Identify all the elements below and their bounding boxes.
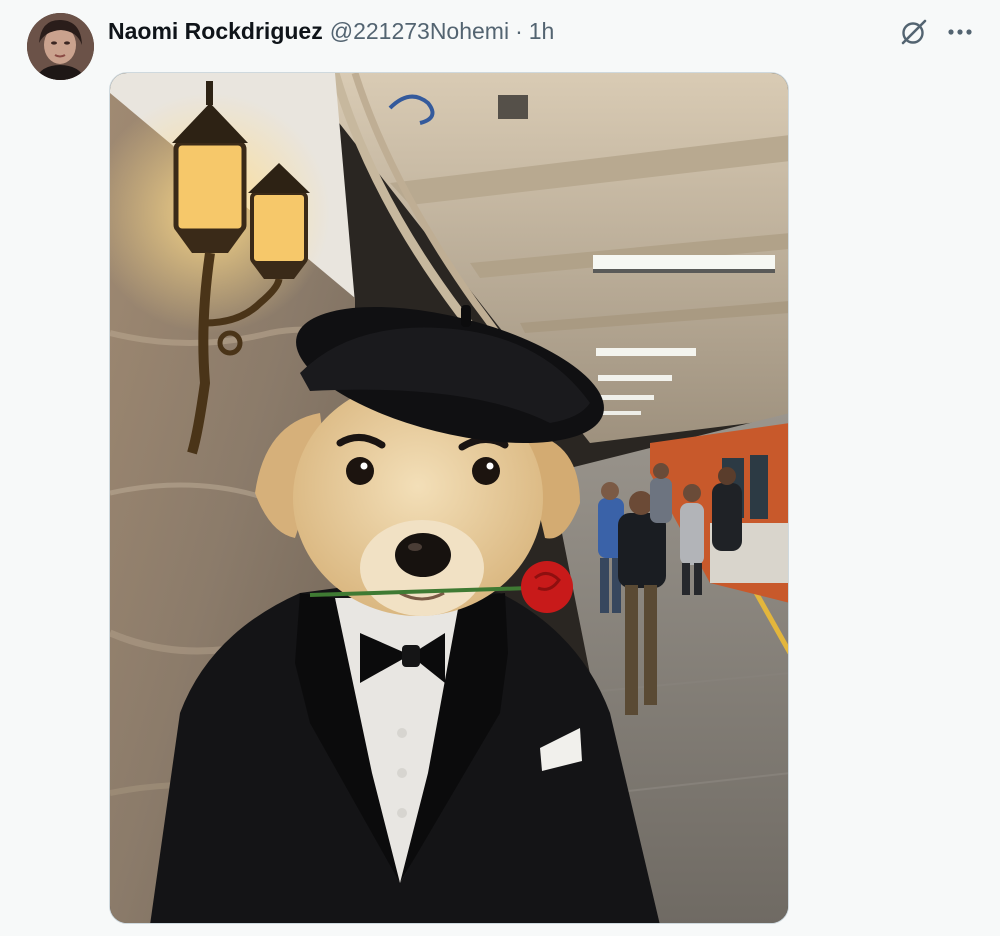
grok-button[interactable] [896, 14, 932, 50]
tweet[interactable]: Naomi Rockdriguez @221273Nohemi · 1h [0, 0, 1000, 936]
separator-dot: · [515, 17, 523, 44]
more-options-button[interactable] [943, 14, 977, 50]
timestamp[interactable]: 1h [529, 18, 555, 45]
author-handle[interactable]: @221273Nohemi [330, 18, 509, 45]
tweet-header: Naomi Rockdriguez @221273Nohemi · 1h [108, 14, 554, 48]
more-dots-icon [948, 29, 972, 35]
tweet-image[interactable] [109, 72, 789, 924]
author-name[interactable]: Naomi Rockdriguez [108, 18, 323, 45]
grok-icon [901, 19, 927, 45]
avatar[interactable] [27, 13, 94, 80]
